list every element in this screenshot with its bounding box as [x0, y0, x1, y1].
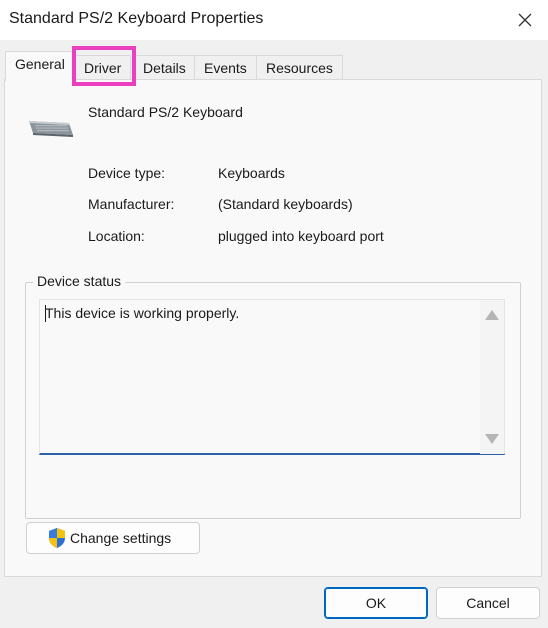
tab-label: General: [15, 56, 65, 72]
device-status-label: Device status: [33, 273, 126, 289]
device-status-text: This device is working properly.: [45, 305, 240, 321]
ok-button[interactable]: OK: [324, 587, 428, 619]
ok-label: OK: [365, 595, 387, 611]
title-bar[interactable]: Standard PS/2 Keyboard Properties: [0, 0, 548, 40]
cancel-button[interactable]: Cancel: [436, 587, 540, 619]
cancel-label: Cancel: [466, 595, 510, 611]
uac-shield-icon: [49, 528, 65, 548]
manufacturer-label: Manufacturer:: [88, 196, 175, 212]
tab-details[interactable]: Details: [133, 55, 196, 81]
device-type-label: Device type:: [88, 165, 166, 181]
window-title: Standard PS/2 Keyboard Properties: [9, 10, 264, 27]
properties-dialog: Standard PS/2 Keyboard Properties Genera…: [0, 0, 548, 628]
close-button[interactable]: [502, 0, 548, 40]
status-scrollbar[interactable]: [480, 300, 504, 454]
tab-general[interactable]: General: [5, 51, 75, 81]
change-settings-label: Change settings: [70, 530, 172, 546]
device-type-value: Keyboards: [218, 165, 285, 181]
tab-resources[interactable]: Resources: [256, 55, 343, 81]
tab-events[interactable]: Events: [194, 55, 257, 81]
tab-driver[interactable]: Driver: [74, 55, 132, 81]
scroll-up-icon[interactable]: [485, 310, 499, 320]
tab-label: Driver: [84, 60, 122, 76]
text-caret: [45, 305, 46, 322]
keyboard-icon: [29, 121, 73, 137]
location-value: plugged into keyboard port: [218, 228, 384, 244]
tab-label: Events: [204, 60, 247, 76]
device-name: Standard PS/2 Keyboard: [88, 104, 243, 120]
location-label: Location:: [88, 228, 145, 244]
change-settings-button[interactable]: Change settings: [26, 522, 200, 554]
tab-label: Details: [143, 60, 186, 76]
general-tab-panel: Standard PS/2 Keyboard Device type: Keyb…: [4, 79, 542, 577]
manufacturer-value: (Standard keyboards): [218, 196, 353, 212]
device-status-textbox[interactable]: This device is working properly.: [39, 299, 505, 455]
scroll-down-icon[interactable]: [485, 434, 499, 444]
close-icon: [518, 13, 532, 27]
tab-label: Resources: [266, 60, 333, 76]
